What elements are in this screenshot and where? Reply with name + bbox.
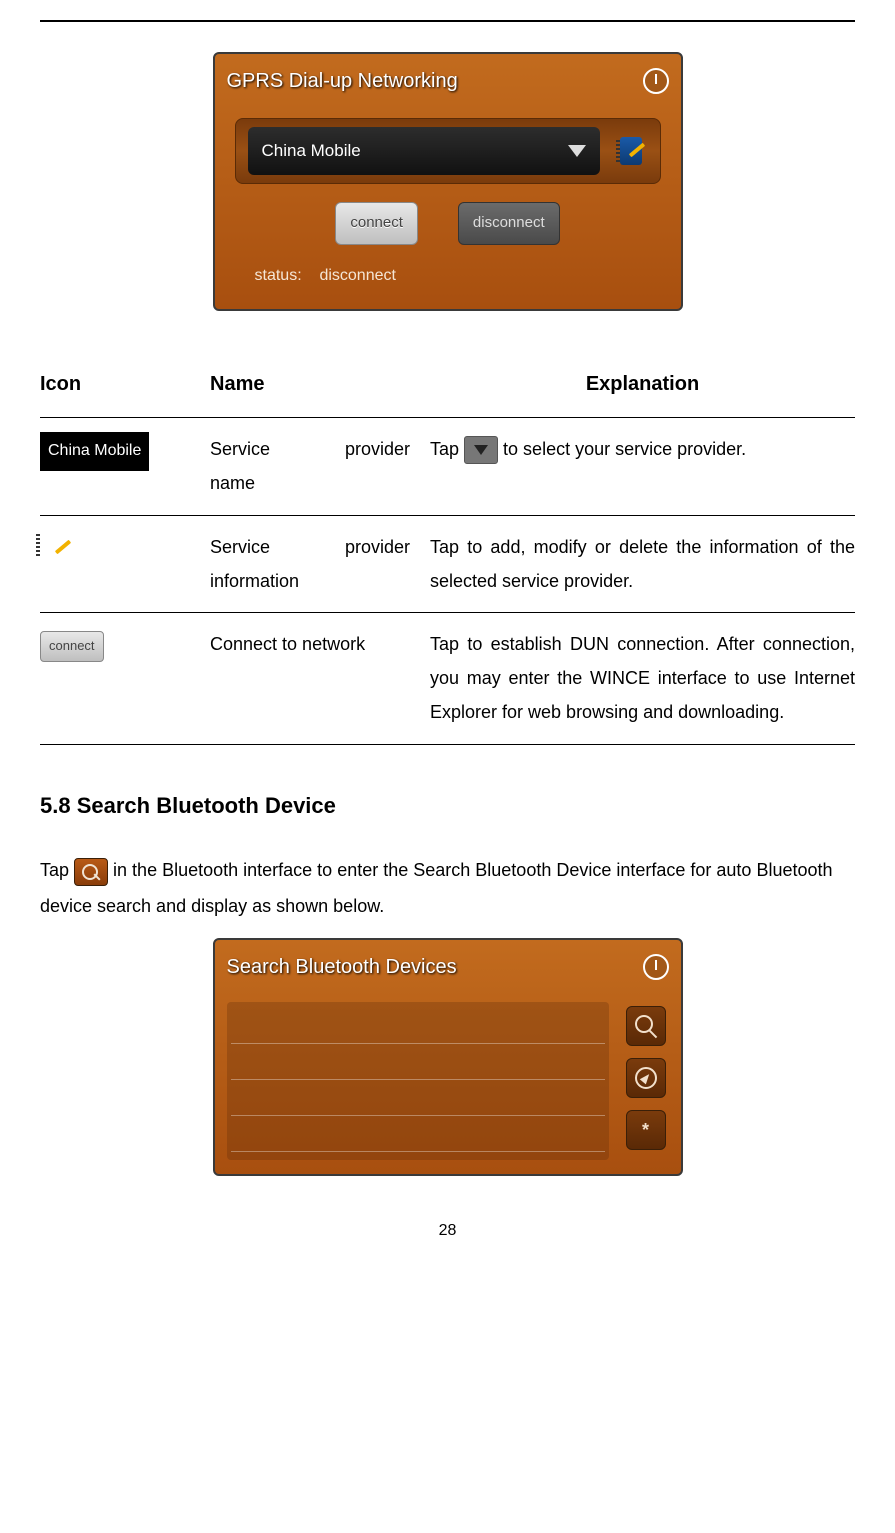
connect-button-icon: connect bbox=[40, 631, 104, 662]
bluetooth-titlebar: Search Bluetooth Devices bbox=[215, 940, 681, 994]
cell-icon: connect bbox=[40, 627, 210, 730]
disconnect-button[interactable]: disconnect bbox=[458, 202, 560, 245]
cell-explanation: Tap to select your service provider. bbox=[430, 432, 855, 500]
search-icon[interactable] bbox=[626, 1006, 666, 1046]
cell-name: Service provider information bbox=[210, 530, 430, 598]
list-item[interactable] bbox=[231, 1008, 605, 1044]
page-number: 28 bbox=[40, 1216, 855, 1246]
th-icon: Icon bbox=[40, 365, 210, 403]
notebook-edit-icon bbox=[40, 531, 74, 565]
gprs-dialup-window: GPRS Dial-up Networking China Mobile con… bbox=[213, 52, 683, 311]
cell-icon: China Mobile bbox=[40, 432, 210, 500]
table-row: China Mobile Service provider name Tap t… bbox=[40, 417, 855, 514]
status-label: status: bbox=[255, 267, 302, 284]
bluetooth-search-window: Search Bluetooth Devices * bbox=[213, 938, 683, 1176]
list-item[interactable] bbox=[231, 1080, 605, 1116]
provider-badge-icon: China Mobile bbox=[40, 432, 149, 470]
chevron-down-icon bbox=[568, 145, 586, 157]
provider-selected-label: China Mobile bbox=[262, 135, 361, 167]
provider-dropdown[interactable]: China Mobile bbox=[248, 127, 600, 175]
list-item[interactable] bbox=[231, 1044, 605, 1080]
power-icon[interactable] bbox=[643, 954, 669, 980]
gprs-status: status: disconnect bbox=[235, 261, 661, 291]
bluetooth-search-icon bbox=[74, 858, 108, 886]
connect-button[interactable]: connect bbox=[335, 202, 418, 245]
bluetooth-side-buttons: * bbox=[623, 1002, 669, 1160]
section-heading: 5.8 Search Bluetooth Device bbox=[40, 785, 855, 827]
gprs-titlebar: GPRS Dial-up Networking bbox=[215, 54, 681, 108]
table-row: connect Connect to network Tap to establ… bbox=[40, 612, 855, 745]
bluetooth-search-paragraph: Tap in the Bluetooth interface to enter … bbox=[40, 852, 855, 924]
bluetooth-device-list bbox=[227, 1002, 609, 1160]
th-explanation: Explanation bbox=[430, 365, 855, 403]
cell-name: Connect to network bbox=[210, 627, 430, 730]
notebook-edit-icon[interactable] bbox=[614, 134, 648, 168]
list-item[interactable] bbox=[231, 1116, 605, 1152]
page-top-rule bbox=[40, 20, 855, 22]
icon-explanation-table: Icon Name Explanation China Mobile Servi… bbox=[40, 351, 855, 744]
gprs-button-row: connect disconnect bbox=[235, 202, 661, 245]
gprs-body: China Mobile connect disconnect status: … bbox=[215, 108, 681, 309]
compass-icon[interactable] bbox=[626, 1058, 666, 1098]
bluetooth-body: * bbox=[215, 994, 681, 1174]
cell-explanation: Tap to add, modify or delete the informa… bbox=[430, 530, 855, 598]
table-row: Service provider information Tap to add,… bbox=[40, 515, 855, 612]
bluetooth-pair-icon[interactable]: * bbox=[626, 1110, 666, 1150]
th-name: Name bbox=[210, 365, 430, 403]
table-header: Icon Name Explanation bbox=[40, 351, 855, 417]
gprs-title: GPRS Dial-up Networking bbox=[227, 62, 458, 100]
cell-explanation: Tap to establish DUN connection. After c… bbox=[430, 627, 855, 730]
cell-name: Service provider name bbox=[210, 432, 430, 500]
bluetooth-window-title: Search Bluetooth Devices bbox=[227, 948, 457, 986]
power-icon[interactable] bbox=[643, 68, 669, 94]
provider-row: China Mobile bbox=[235, 118, 661, 184]
dropdown-arrow-icon bbox=[464, 436, 498, 464]
status-value: disconnect bbox=[319, 267, 396, 284]
cell-icon bbox=[40, 530, 210, 598]
